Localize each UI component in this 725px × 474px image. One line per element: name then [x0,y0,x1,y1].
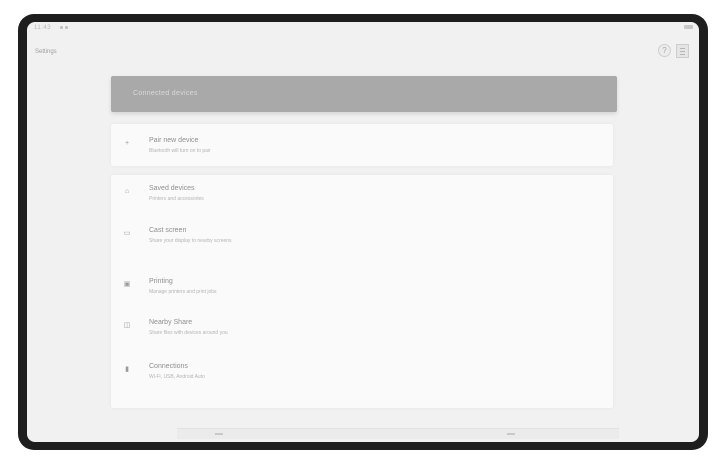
tablet-screen: 11:43 Settings ? Connected devices + Pai… [27,22,699,442]
list-item[interactable]: ◫ Nearby Share Share files with devices … [111,319,613,349]
list-item-subtitle: Share your display to nearby screens [149,238,232,244]
bluetooth-icon: ⌂ [124,188,130,195]
page-title: Connected devices [133,90,198,97]
list-item-subtitle: Wi-Fi, USB, Android Auto [149,374,205,380]
list-item-subtitle: Manage printers and print jobs [149,289,217,295]
nav-back-button[interactable] [215,433,223,435]
notification-icon [60,26,63,29]
pair-device-title: Pair new device [149,137,199,144]
list-item-title: Connections [149,363,188,370]
navigation-bar [177,428,619,439]
status-time: 11:43 [34,25,52,31]
phone-icon: ▮ [125,366,129,373]
menu-button[interactable] [676,44,689,58]
list-item[interactable]: ⌂ Saved devices Printers and accessories [111,185,613,215]
list-item-title: Printing [149,278,173,285]
settings-list: ⌂ Saved devices Printers and accessories… [111,175,613,408]
list-item-title: Saved devices [149,185,195,192]
cast-icon: ▭ [123,230,131,237]
pair-device-row[interactable]: + Pair new device Bluetooth will turn on… [111,137,613,167]
list-item-subtitle: Share files with devices around you [149,330,228,336]
notification-icons [60,26,68,29]
page-banner: Connected devices [111,76,617,112]
list-item[interactable]: ▣ Printing Manage printers and print job… [111,278,613,308]
print-icon: ▣ [123,281,131,288]
list-item-subtitle: Printers and accessories [149,196,204,202]
status-bar: 11:43 [27,22,699,36]
toolbar-actions: ? [658,44,689,58]
back-button[interactable]: Settings [35,46,85,58]
menu-icon-line [680,47,685,49]
add-icon: + [124,140,130,147]
list-item-title: Nearby Share [149,319,193,326]
pair-device-subtitle: Bluetooth will turn on to pair [149,148,211,154]
list-item[interactable]: ▭ Cast screen Share your display to near… [111,227,613,257]
menu-icon-line [680,53,685,55]
menu-icon-line [680,50,685,52]
nav-recents-button[interactable] [507,433,515,435]
help-button[interactable]: ? [658,44,671,57]
back-label: Settings [35,49,57,55]
help-icon: ? [662,45,667,55]
list-item[interactable]: ▮ Connections Wi-Fi, USB, Android Auto [111,363,613,393]
system-icons [684,25,693,29]
list-item-title: Cast screen [149,227,187,234]
nearby-share-icon: ◫ [123,322,131,329]
notification-icon [65,26,68,29]
battery-icon [684,25,693,29]
pair-device-card[interactable]: + Pair new device Bluetooth will turn on… [111,124,613,166]
